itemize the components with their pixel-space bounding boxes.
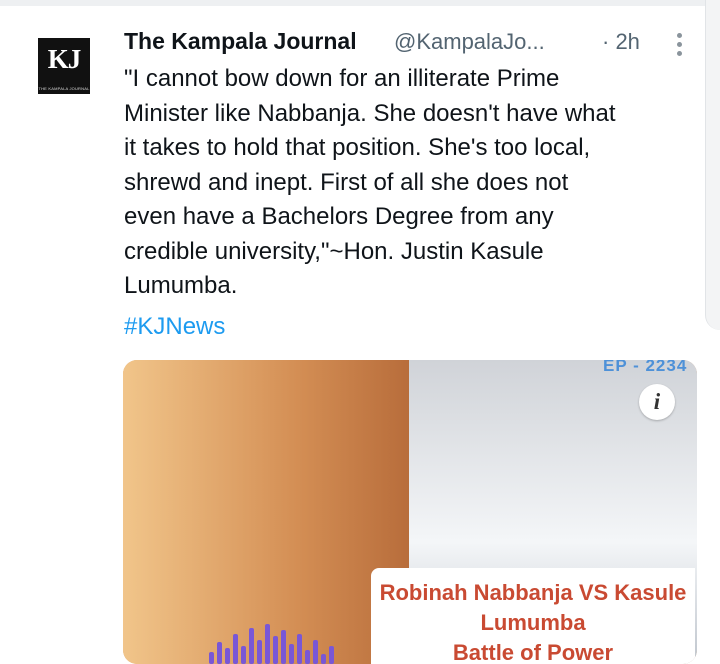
avatar[interactable]: KJ THE KAMPALA JOURNAL	[38, 38, 90, 94]
tweet-time[interactable]: · 2h	[602, 29, 640, 55]
tweet-header: The Kampala Journal @KampalaJo... · 2h	[124, 26, 694, 58]
author-name[interactable]: The Kampala Journal	[124, 28, 357, 55]
caption-line-3: Battle of Power	[452, 640, 614, 664]
caption-line-1: Robinah Nabbanja VS Kasule	[379, 580, 687, 605]
hashtag-link[interactable]: #KJNews	[124, 313, 225, 341]
tweet-text: "I cannot bow down for an illiterate Pri…	[124, 65, 616, 299]
author-handle[interactable]: @KampalaJo...	[394, 29, 545, 55]
info-icon[interactable]: i	[639, 384, 675, 420]
avatar-logo-subtext: THE KAMPALA JOURNAL	[38, 86, 90, 91]
caption-line-2: Lumumba	[480, 610, 586, 635]
top-divider	[0, 0, 720, 6]
caption-box: Robinah Nabbanja VS Kasule Lumumba Battl…	[371, 568, 695, 664]
side-edge	[705, 0, 720, 330]
audio-wave-graphic	[207, 616, 343, 664]
tweet-media[interactable]: EP - 2234 i Robinah Nabbanja VS Kasule L…	[123, 360, 697, 664]
episode-tag: EP - 2234	[603, 360, 688, 375]
more-options-icon[interactable]	[672, 30, 686, 58]
avatar-logo-text: KJ	[47, 44, 82, 74]
